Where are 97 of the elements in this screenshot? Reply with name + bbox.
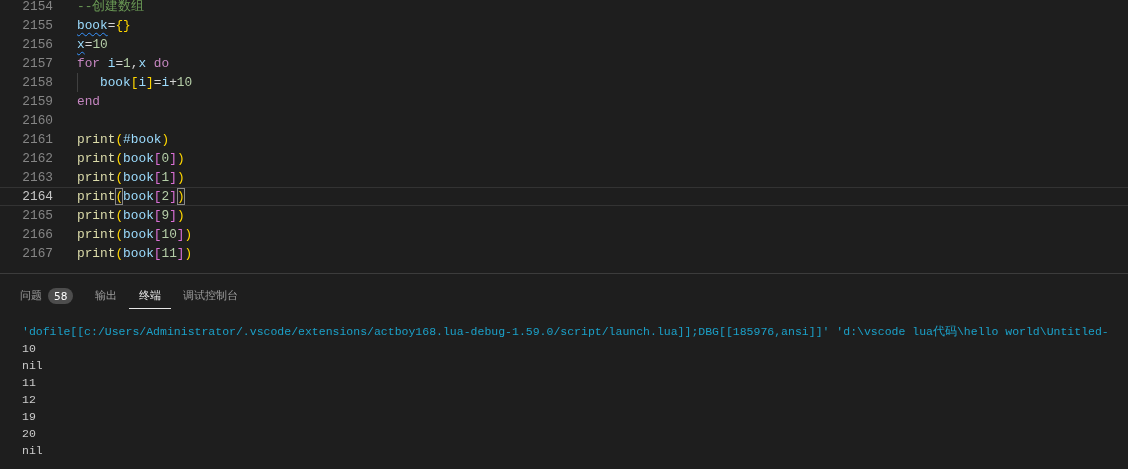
code-token: ] — [169, 188, 177, 205]
code-token: i — [161, 74, 170, 92]
code-token: print — [77, 131, 116, 149]
code-token: x — [77, 36, 85, 54]
count-badge: 58 — [48, 287, 74, 304]
code-token: [ — [130, 74, 139, 92]
line-number: 2156 — [21, 36, 53, 54]
code-token: 9 — [161, 207, 170, 225]
line-number: 2158 — [21, 74, 53, 92]
code-token: ] — [176, 245, 185, 263]
terminal-line: 12 — [22, 392, 37, 408]
code-token: 0 — [161, 150, 170, 168]
line-number: 2165 — [21, 207, 53, 225]
line-number: 2159 — [21, 93, 53, 111]
line-number: 2166 — [21, 226, 53, 244]
code-token: 2 — [161, 188, 170, 205]
code-token: book — [77, 17, 108, 35]
code-token: {} — [115, 17, 131, 35]
code-token: #book — [123, 131, 162, 149]
code-token: 10 — [92, 36, 108, 54]
code-editor[interactable] — [0, 0, 1128, 274]
code-token: ( — [115, 245, 124, 263]
code-token: ( — [115, 169, 124, 187]
code-token: [ — [153, 150, 162, 168]
code-token: 1 — [123, 55, 131, 73]
line-number: 2167 — [21, 245, 53, 263]
code-token: ] — [176, 226, 185, 244]
code-token: ] — [146, 74, 154, 92]
code-token: ] — [169, 150, 177, 168]
terminal-line: nil — [22, 358, 44, 374]
code-token: print — [77, 245, 116, 263]
code-token: + — [169, 74, 177, 92]
code-token: 1 — [161, 169, 170, 187]
code-token: ] — [169, 207, 177, 225]
code-token: [ — [153, 188, 162, 205]
code-token: = — [107, 17, 116, 35]
terminal-line: 11 — [22, 375, 37, 391]
line-number: 2163 — [21, 169, 53, 187]
code-token: [ — [153, 169, 162, 187]
code-token: ( — [115, 150, 124, 168]
code-token: ] — [169, 169, 177, 187]
code-token: book — [123, 245, 154, 263]
code-token: for — [77, 55, 101, 73]
terminal-line: 'dofile[[c:/Users/Administrator/.vscode/extensions/actboy168.lua-debug-1.59.0/script/launch.lua]];DBG[[185976,ansi]]' 'd:\vscode lua代码\hello world\Untitled- — [22, 324, 1110, 340]
code-token: 11 — [161, 245, 177, 263]
code-token: book — [123, 207, 154, 225]
code-token: [ — [153, 245, 162, 263]
code-token: book — [123, 150, 154, 168]
code-token: = — [115, 55, 124, 73]
panel-tab[interactable]: 输出 — [85, 287, 128, 309]
code-token: ) — [176, 207, 185, 225]
code-token: book — [123, 188, 154, 205]
code-token: print — [77, 188, 116, 205]
code-token: --创建数组 — [77, 0, 145, 16]
code-token: , — [130, 55, 139, 73]
code-token: i — [106, 55, 116, 73]
code-token: = — [84, 36, 93, 54]
code-token: [ — [153, 226, 162, 244]
code-token: ) — [176, 150, 185, 168]
line-number: 2155 — [21, 17, 53, 35]
code-token: print — [77, 207, 116, 225]
panel-tab[interactable]: 调试控制台 — [173, 287, 249, 309]
code-token: print — [77, 150, 116, 168]
terminal-line: 20 — [22, 426, 37, 442]
code-token: ) — [176, 169, 185, 187]
line-number: 2161 — [21, 131, 53, 149]
code-token: book — [123, 226, 154, 244]
line-number: 2160 — [21, 112, 53, 130]
code-token: book — [100, 74, 131, 92]
code-token: ( — [115, 188, 124, 205]
code-token: ) — [184, 245, 193, 263]
code-token: 10 — [161, 226, 177, 244]
line-number: 2164 — [21, 188, 53, 205]
code-token: ) — [161, 131, 170, 149]
code-token: ) — [176, 188, 185, 205]
code-token: end — [77, 93, 101, 111]
panel-tab[interactable]: 终端 — [129, 287, 172, 309]
terminal-line: nil — [22, 443, 44, 459]
code-token: print — [77, 169, 116, 187]
code-token: ( — [115, 226, 124, 244]
code-token: ) — [184, 226, 193, 244]
terminal-line: 10 — [22, 341, 37, 357]
code-token: i — [138, 74, 147, 92]
code-token: book — [123, 169, 154, 187]
panel-tab[interactable]: 问题 58 — [10, 287, 84, 309]
code-token: do — [152, 55, 170, 73]
code-token: ( — [115, 207, 124, 225]
line-number: 2162 — [21, 150, 53, 168]
code-token: x — [138, 55, 147, 73]
code-token: 10 — [176, 74, 193, 92]
code-token: ( — [115, 131, 124, 149]
code-token: [ — [153, 207, 162, 225]
line-number: 2157 — [21, 55, 53, 73]
terminal-line: 19 — [22, 409, 37, 425]
code-token: print — [77, 226, 116, 244]
code-token: = — [153, 74, 162, 92]
line-number: 2154 — [21, 0, 53, 16]
